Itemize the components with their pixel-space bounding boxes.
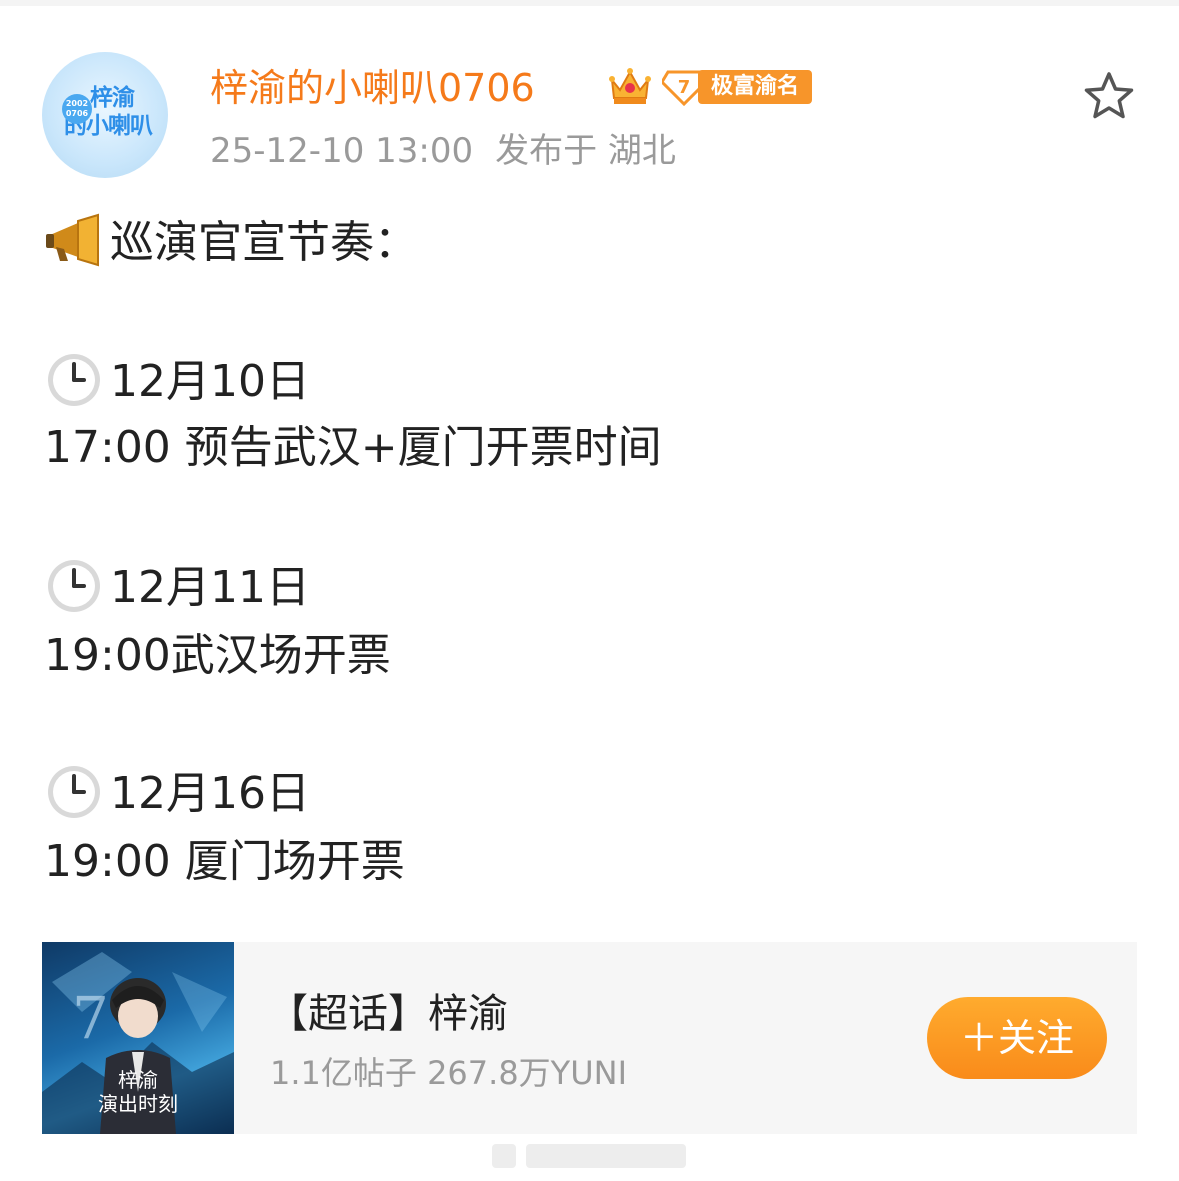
clock-icon xyxy=(48,560,100,612)
post-timestamp: 25-12-10 13:00 xyxy=(210,131,474,171)
follow-button[interactable]: ＋关注 xyxy=(927,997,1107,1079)
watermark xyxy=(492,1140,692,1170)
thumbnail-caption-line2: 演出时刻 xyxy=(98,1092,178,1116)
schedule-date-text: 12月11日 xyxy=(110,562,310,613)
post-meta: 25-12-10 13:00 发布于 湖北 xyxy=(210,127,676,175)
schedule-date-text: 12月10日 xyxy=(110,356,310,407)
schedule-date-text: 12月16日 xyxy=(110,768,310,819)
topic-stats: 1.1亿帖子 267.8万YUNI xyxy=(270,1054,628,1092)
post-heading: 巡演官宣节奏： xyxy=(44,213,418,273)
top-divider xyxy=(0,0,1179,6)
badge-label: 极富渝名 xyxy=(698,70,812,104)
crown-icon xyxy=(609,68,651,104)
super-topic-card[interactable]: 7 梓渝 演出时刻 【超话】梓渝 1.1亿帖子 267.8万YUNI ＋关注 xyxy=(42,942,1137,1134)
thumbnail-caption-line1: 梓渝 xyxy=(118,1068,158,1092)
schedule-detail-2: 19:00武汉场开票 xyxy=(44,630,391,681)
star-icon[interactable] xyxy=(1082,70,1136,122)
schedule-date-1: 12月10日 xyxy=(44,352,310,412)
megaphone-icon xyxy=(46,213,99,267)
schedule-detail-1: 17:00 预告武汉+厦门开票时间 xyxy=(44,422,662,473)
post-heading-text: 巡演官宣节奏： xyxy=(110,217,418,268)
post-location: 发布于 湖北 xyxy=(495,131,676,171)
avatar-year: 2002 0706 xyxy=(62,94,92,124)
topic-title[interactable]: 【超话】梓渝 xyxy=(268,986,508,1042)
avatar[interactable]: 梓渝 的小喇叭 2002 0706 xyxy=(42,52,168,178)
schedule-date-3: 12月16日 xyxy=(44,764,310,824)
topic-thumbnail: 7 梓渝 演出时刻 xyxy=(42,942,234,1134)
topic-thumbnail-caption: 梓渝 演出时刻 xyxy=(42,1068,234,1116)
schedule-detail-3: 19:00 厦门场开票 xyxy=(44,836,405,887)
schedule-date-2: 12月11日 xyxy=(44,558,310,618)
svg-text:7: 7 xyxy=(72,984,109,1052)
clock-icon xyxy=(48,354,100,406)
level-number: 7 xyxy=(678,77,691,98)
clock-icon xyxy=(48,766,100,818)
username[interactable]: 梓渝的小喇叭0706 xyxy=(210,62,535,114)
